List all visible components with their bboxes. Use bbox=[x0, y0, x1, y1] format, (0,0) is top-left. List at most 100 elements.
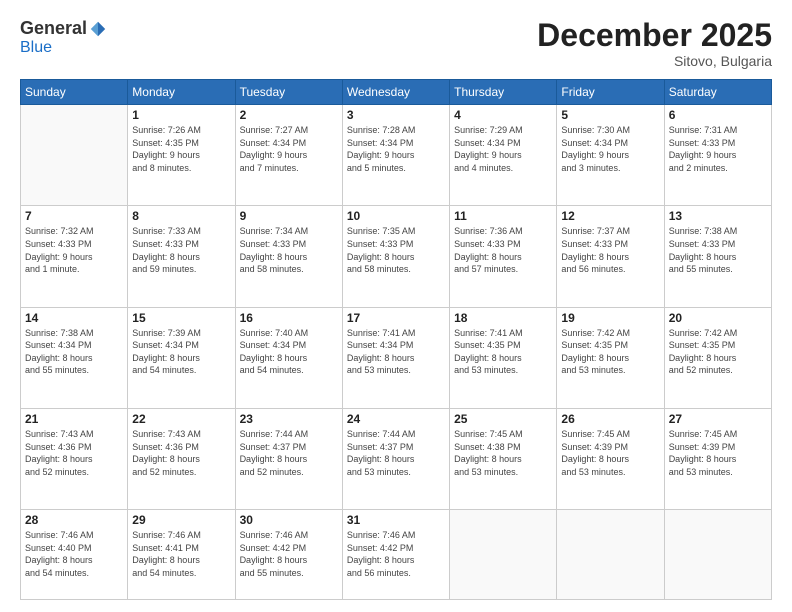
day-number: 16 bbox=[240, 311, 338, 325]
location: Sitovo, Bulgaria bbox=[537, 53, 772, 69]
day-info: Sunrise: 7:45 AM Sunset: 4:39 PM Dayligh… bbox=[669, 428, 767, 478]
table-row: 7Sunrise: 7:32 AM Sunset: 4:33 PM Daylig… bbox=[21, 206, 128, 307]
table-row: 16Sunrise: 7:40 AM Sunset: 4:34 PM Dayli… bbox=[235, 307, 342, 408]
table-row: 30 Sunrise: 7:46 AM Sunset: 4:42 PM Dayli… bbox=[235, 510, 342, 600]
day-number: 3 bbox=[347, 108, 445, 122]
table-row: 11 Sunrise: 7:36 AM Sunset: 4:33 PM Dayli… bbox=[450, 206, 557, 307]
header: General Blue December 2025 Sitovo, Bulga… bbox=[20, 18, 772, 69]
day-info: Sunrise: 7:39 AM Sunset: 4:34 PM Dayligh… bbox=[132, 327, 230, 377]
day-number: 24 bbox=[347, 412, 445, 426]
table-row: 5 Sunrise: 7:30 AM Sunset: 4:34 PM Daylig… bbox=[557, 105, 664, 206]
day-number: 27 bbox=[669, 412, 767, 426]
table-row bbox=[21, 105, 128, 206]
day-number: 18 bbox=[454, 311, 552, 325]
day-info: Sunrise: 7:44 AM Sunset: 4:37 PM Dayligh… bbox=[347, 428, 445, 478]
day-number: 15 bbox=[132, 311, 230, 325]
day-number: 5 bbox=[561, 108, 659, 122]
day-number: 14 bbox=[25, 311, 123, 325]
table-row: 17 Sunrise: 7:41 AM Sunset: 4:34 PM Dayli… bbox=[342, 307, 449, 408]
header-sunday: Sunday bbox=[21, 80, 128, 105]
page: General Blue December 2025 Sitovo, Bulga… bbox=[0, 0, 792, 612]
table-row: 28 Sunrise: 7:46 AM Sunset: 4:40 PM Dayli… bbox=[21, 510, 128, 600]
day-info: Sunrise: 7:35 AM Sunset: 4:33 PM Dayligh… bbox=[347, 225, 445, 275]
table-row: 15 Sunrise: 7:39 AM Sunset: 4:34 PM Dayli… bbox=[128, 307, 235, 408]
day-info: Sunrise: 7:44 AM Sunset: 4:37 PM Dayligh… bbox=[240, 428, 338, 478]
day-number: 31 bbox=[347, 513, 445, 527]
day-info: Sunrise: 7:30 AM Sunset: 4:34 PM Dayligh… bbox=[561, 124, 659, 174]
day-number: 13 bbox=[669, 209, 767, 223]
table-row: 1 Sunrise: 7:26 AM Sunset: 4:35 PM Daylig… bbox=[128, 105, 235, 206]
day-info: Sunrise: 7:26 AM Sunset: 4:35 PM Dayligh… bbox=[132, 124, 230, 174]
header-saturday: Saturday bbox=[664, 80, 771, 105]
table-row: 31 Sunrise: 7:46 AM Sunset: 4:42 PM Dayli… bbox=[342, 510, 449, 600]
table-row: 29Sunrise: 7:46 AM Sunset: 4:41 PM Dayli… bbox=[128, 510, 235, 600]
day-number: 11 bbox=[454, 209, 552, 223]
header-wednesday: Wednesday bbox=[342, 80, 449, 105]
day-number: 2 bbox=[240, 108, 338, 122]
day-info: Sunrise: 7:36 AM Sunset: 4:33 PM Dayligh… bbox=[454, 225, 552, 275]
day-number: 10 bbox=[347, 209, 445, 223]
day-info: Sunrise: 7:46 AM Sunset: 4:42 PM Dayligh… bbox=[347, 529, 445, 579]
table-row: 19 Sunrise: 7:42 AM Sunset: 4:35 PM Dayli… bbox=[557, 307, 664, 408]
table-row bbox=[664, 510, 771, 600]
table-row bbox=[450, 510, 557, 600]
day-number: 29 bbox=[132, 513, 230, 527]
day-number: 4 bbox=[454, 108, 552, 122]
day-number: 19 bbox=[561, 311, 659, 325]
day-info: Sunrise: 7:33 AM Sunset: 4:33 PM Dayligh… bbox=[132, 225, 230, 275]
table-row: 12Sunrise: 7:37 AM Sunset: 4:33 PM Dayli… bbox=[557, 206, 664, 307]
day-number: 1 bbox=[132, 108, 230, 122]
day-info: Sunrise: 7:41 AM Sunset: 4:35 PM Dayligh… bbox=[454, 327, 552, 377]
logo-general-text: General bbox=[20, 18, 87, 39]
day-info: Sunrise: 7:41 AM Sunset: 4:34 PM Dayligh… bbox=[347, 327, 445, 377]
day-info: Sunrise: 7:31 AM Sunset: 4:33 PM Dayligh… bbox=[669, 124, 767, 174]
table-row: 20Sunrise: 7:42 AM Sunset: 4:35 PM Dayli… bbox=[664, 307, 771, 408]
day-number: 30 bbox=[240, 513, 338, 527]
logo-icon bbox=[89, 20, 107, 38]
day-info: Sunrise: 7:46 AM Sunset: 4:42 PM Dayligh… bbox=[240, 529, 338, 579]
table-row: 10 Sunrise: 7:35 AM Sunset: 4:33 PM Dayli… bbox=[342, 206, 449, 307]
table-row: 23 Sunrise: 7:44 AM Sunset: 4:37 PM Dayli… bbox=[235, 408, 342, 509]
day-number: 17 bbox=[347, 311, 445, 325]
header-tuesday: Tuesday bbox=[235, 80, 342, 105]
day-number: 23 bbox=[240, 412, 338, 426]
day-number: 6 bbox=[669, 108, 767, 122]
calendar-table: Sunday Monday Tuesday Wednesday Thursday… bbox=[20, 79, 772, 600]
table-row: 26 Sunrise: 7:45 AM Sunset: 4:39 PM Dayli… bbox=[557, 408, 664, 509]
table-row: 22Sunrise: 7:43 AM Sunset: 4:36 PM Dayli… bbox=[128, 408, 235, 509]
table-row: 13 Sunrise: 7:38 AM Sunset: 4:33 PM Dayli… bbox=[664, 206, 771, 307]
header-friday: Friday bbox=[557, 80, 664, 105]
table-row: 2Sunrise: 7:27 AM Sunset: 4:34 PM Daylig… bbox=[235, 105, 342, 206]
day-number: 20 bbox=[669, 311, 767, 325]
header-thursday: Thursday bbox=[450, 80, 557, 105]
day-info: Sunrise: 7:37 AM Sunset: 4:33 PM Dayligh… bbox=[561, 225, 659, 275]
table-row bbox=[557, 510, 664, 600]
table-row: 21Sunrise: 7:43 AM Sunset: 4:36 PM Dayli… bbox=[21, 408, 128, 509]
day-info: Sunrise: 7:45 AM Sunset: 4:39 PM Dayligh… bbox=[561, 428, 659, 478]
day-number: 21 bbox=[25, 412, 123, 426]
table-row: 14 Sunrise: 7:38 AM Sunset: 4:34 PM Dayli… bbox=[21, 307, 128, 408]
table-row: 25Sunrise: 7:45 AM Sunset: 4:38 PM Dayli… bbox=[450, 408, 557, 509]
day-info: Sunrise: 7:29 AM Sunset: 4:34 PM Dayligh… bbox=[454, 124, 552, 174]
table-row: 8 Sunrise: 7:33 AM Sunset: 4:33 PM Daylig… bbox=[128, 206, 235, 307]
day-number: 26 bbox=[561, 412, 659, 426]
table-row: 9 Sunrise: 7:34 AM Sunset: 4:33 PM Daylig… bbox=[235, 206, 342, 307]
day-number: 28 bbox=[25, 513, 123, 527]
day-info: Sunrise: 7:42 AM Sunset: 4:35 PM Dayligh… bbox=[561, 327, 659, 377]
day-info: Sunrise: 7:46 AM Sunset: 4:40 PM Dayligh… bbox=[25, 529, 123, 579]
day-number: 8 bbox=[132, 209, 230, 223]
day-info: Sunrise: 7:38 AM Sunset: 4:34 PM Dayligh… bbox=[25, 327, 123, 377]
header-monday: Monday bbox=[128, 80, 235, 105]
table-row: 27 Sunrise: 7:45 AM Sunset: 4:39 PM Dayli… bbox=[664, 408, 771, 509]
day-number: 25 bbox=[454, 412, 552, 426]
month-title: December 2025 bbox=[537, 18, 772, 53]
day-number: 22 bbox=[132, 412, 230, 426]
day-info: Sunrise: 7:34 AM Sunset: 4:33 PM Dayligh… bbox=[240, 225, 338, 275]
day-info: Sunrise: 7:28 AM Sunset: 4:34 PM Dayligh… bbox=[347, 124, 445, 174]
logo-blue-text: Blue bbox=[20, 39, 52, 56]
table-row: 3 Sunrise: 7:28 AM Sunset: 4:34 PM Daylig… bbox=[342, 105, 449, 206]
day-info: Sunrise: 7:32 AM Sunset: 4:33 PM Dayligh… bbox=[25, 225, 123, 275]
day-info: Sunrise: 7:38 AM Sunset: 4:33 PM Dayligh… bbox=[669, 225, 767, 275]
table-row: 6 Sunrise: 7:31 AM Sunset: 4:33 PM Daylig… bbox=[664, 105, 771, 206]
day-number: 9 bbox=[240, 209, 338, 223]
